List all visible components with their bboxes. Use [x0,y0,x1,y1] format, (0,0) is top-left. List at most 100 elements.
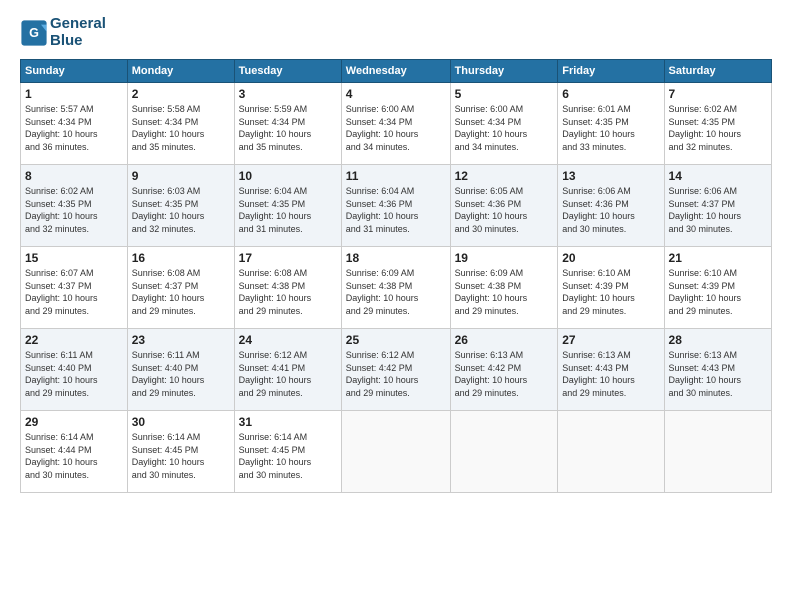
table-row: 29 Sunrise: 6:14 AM Sunset: 4:44 PM Dayli… [21,411,128,493]
day-number: 5 [455,87,554,101]
calendar-week-3: 15Sunrise: 6:07 AM Sunset: 4:37 PM Dayli… [21,247,772,329]
table-row: 27 Sunrise: 6:13 AM Sunset: 4:43 PM Dayli… [558,329,664,411]
calendar-week-4: 22 Sunrise: 6:11 AM Sunset: 4:40 PM Dayli… [21,329,772,411]
table-row: 30 Sunrise: 6:14 AM Sunset: 4:45 PM Dayli… [127,411,234,493]
table-row: 25 Sunrise: 6:12 AM Sunset: 4:42 PM Dayli… [341,329,450,411]
day-info: Sunrise: 6:08 AM Sunset: 4:38 PM Dayligh… [239,267,337,317]
day-info: Sunrise: 6:11 AM Sunset: 4:40 PM Dayligh… [132,349,230,399]
day-number: 22 [25,333,123,347]
day-info: Sunrise: 6:06 AM Sunset: 4:37 PM Dayligh… [669,185,767,235]
day-info: Sunrise: 6:10 AM Sunset: 4:39 PM Dayligh… [562,267,659,317]
day-info: Sunrise: 6:02 AM Sunset: 4:35 PM Dayligh… [25,185,123,235]
day-info: Sunrise: 6:04 AM Sunset: 4:35 PM Dayligh… [239,185,337,235]
table-row: 2 Sunrise: 5:58 AM Sunset: 4:34 PM Daylig… [127,83,234,165]
day-info: Sunrise: 6:08 AM Sunset: 4:37 PM Dayligh… [132,267,230,317]
table-row: 1Sunrise: 5:57 AM Sunset: 4:34 PM Daylig… [21,83,128,165]
table-row: 31 Sunrise: 6:14 AM Sunset: 4:45 PM Dayli… [234,411,341,493]
table-row: 17 Sunrise: 6:08 AM Sunset: 4:38 PM Dayli… [234,247,341,329]
day-number: 31 [239,415,337,429]
header-row: Sunday Monday Tuesday Wednesday Thursday… [21,60,772,83]
day-info: Sunrise: 6:00 AM Sunset: 4:34 PM Dayligh… [455,103,554,153]
day-number: 10 [239,169,337,183]
day-number: 27 [562,333,659,347]
table-row: 19 Sunrise: 6:09 AM Sunset: 4:38 PM Dayli… [450,247,558,329]
table-row: 11 Sunrise: 6:04 AM Sunset: 4:36 PM Dayli… [341,165,450,247]
svg-text:G: G [29,26,39,40]
day-number: 12 [455,169,554,183]
day-info: Sunrise: 6:12 AM Sunset: 4:42 PM Dayligh… [346,349,446,399]
day-number: 14 [669,169,767,183]
day-number: 29 [25,415,123,429]
day-info: Sunrise: 6:03 AM Sunset: 4:35 PM Dayligh… [132,185,230,235]
day-number: 4 [346,87,446,101]
day-number: 20 [562,251,659,265]
col-saturday: Saturday [664,60,771,83]
day-number: 3 [239,87,337,101]
table-row [558,411,664,493]
day-number: 17 [239,251,337,265]
day-number: 1 [25,87,123,101]
day-info: Sunrise: 6:14 AM Sunset: 4:44 PM Dayligh… [25,431,123,481]
day-number: 28 [669,333,767,347]
table-row [341,411,450,493]
day-number: 11 [346,169,446,183]
day-number: 7 [669,87,767,101]
day-info: Sunrise: 6:05 AM Sunset: 4:36 PM Dayligh… [455,185,554,235]
table-row [664,411,771,493]
table-row: 18 Sunrise: 6:09 AM Sunset: 4:38 PM Dayli… [341,247,450,329]
logo-text: General Blue [50,16,106,49]
day-number: 25 [346,333,446,347]
day-info: Sunrise: 6:04 AM Sunset: 4:36 PM Dayligh… [346,185,446,235]
table-row: 21 Sunrise: 6:10 AM Sunset: 4:39 PM Dayli… [664,247,771,329]
logo-icon: G [20,19,48,47]
table-row: 9 Sunrise: 6:03 AM Sunset: 4:35 PM Daylig… [127,165,234,247]
table-row: 23 Sunrise: 6:11 AM Sunset: 4:40 PM Dayli… [127,329,234,411]
table-row: 3 Sunrise: 5:59 AM Sunset: 4:34 PM Daylig… [234,83,341,165]
day-info: Sunrise: 6:00 AM Sunset: 4:34 PM Dayligh… [346,103,446,153]
day-info: Sunrise: 5:58 AM Sunset: 4:34 PM Dayligh… [132,103,230,153]
col-thursday: Thursday [450,60,558,83]
table-row: 14 Sunrise: 6:06 AM Sunset: 4:37 PM Dayli… [664,165,771,247]
col-tuesday: Tuesday [234,60,341,83]
day-info: Sunrise: 6:10 AM Sunset: 4:39 PM Dayligh… [669,267,767,317]
day-info: Sunrise: 6:14 AM Sunset: 4:45 PM Dayligh… [239,431,337,481]
day-info: Sunrise: 6:01 AM Sunset: 4:35 PM Dayligh… [562,103,659,153]
day-number: 26 [455,333,554,347]
day-number: 13 [562,169,659,183]
day-number: 9 [132,169,230,183]
day-info: Sunrise: 6:09 AM Sunset: 4:38 PM Dayligh… [455,267,554,317]
day-number: 21 [669,251,767,265]
day-number: 16 [132,251,230,265]
col-monday: Monday [127,60,234,83]
day-info: Sunrise: 5:59 AM Sunset: 4:34 PM Dayligh… [239,103,337,153]
day-info: Sunrise: 6:02 AM Sunset: 4:35 PM Dayligh… [669,103,767,153]
logo: G General Blue [20,16,106,49]
col-sunday: Sunday [21,60,128,83]
day-info: Sunrise: 6:14 AM Sunset: 4:45 PM Dayligh… [132,431,230,481]
day-number: 24 [239,333,337,347]
col-wednesday: Wednesday [341,60,450,83]
table-row: 8 Sunrise: 6:02 AM Sunset: 4:35 PM Daylig… [21,165,128,247]
table-row: 22 Sunrise: 6:11 AM Sunset: 4:40 PM Dayli… [21,329,128,411]
day-number: 30 [132,415,230,429]
day-number: 19 [455,251,554,265]
day-number: 8 [25,169,123,183]
table-row: 20 Sunrise: 6:10 AM Sunset: 4:39 PM Dayli… [558,247,664,329]
day-info: Sunrise: 6:11 AM Sunset: 4:40 PM Dayligh… [25,349,123,399]
table-row: 26 Sunrise: 6:13 AM Sunset: 4:42 PM Dayli… [450,329,558,411]
day-number: 23 [132,333,230,347]
day-info: Sunrise: 6:09 AM Sunset: 4:38 PM Dayligh… [346,267,446,317]
day-info: Sunrise: 6:12 AM Sunset: 4:41 PM Dayligh… [239,349,337,399]
day-info: Sunrise: 6:13 AM Sunset: 4:43 PM Dayligh… [562,349,659,399]
col-friday: Friday [558,60,664,83]
table-row: 10 Sunrise: 6:04 AM Sunset: 4:35 PM Dayli… [234,165,341,247]
table-row: 7 Sunrise: 6:02 AM Sunset: 4:35 PM Daylig… [664,83,771,165]
calendar-week-1: 1Sunrise: 5:57 AM Sunset: 4:34 PM Daylig… [21,83,772,165]
table-row: 12 Sunrise: 6:05 AM Sunset: 4:36 PM Dayli… [450,165,558,247]
table-row: 13Sunrise: 6:06 AM Sunset: 4:36 PM Dayli… [558,165,664,247]
day-info: Sunrise: 6:13 AM Sunset: 4:42 PM Dayligh… [455,349,554,399]
header: G General Blue [20,16,772,49]
day-number: 2 [132,87,230,101]
day-number: 18 [346,251,446,265]
calendar-page: G General Blue Sunday Monday Tuesday Wed… [0,0,792,612]
